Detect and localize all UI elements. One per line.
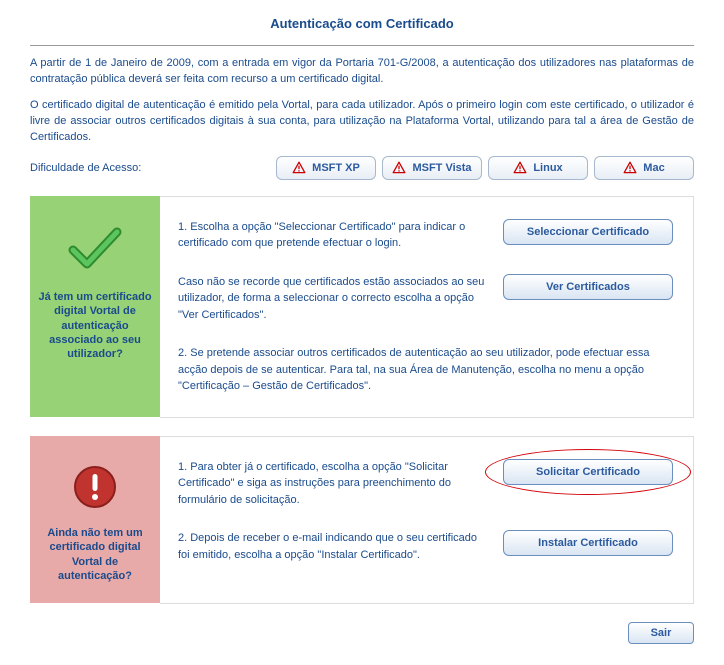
card-red-question: Ainda não tem um certificado digital Vor… xyxy=(38,526,152,583)
green-step-1: 1. Escolha a opção "Seleccionar Certific… xyxy=(178,219,489,252)
card-green-question: Já tem um certificado digital Vortal de … xyxy=(38,290,152,361)
difficulty-label: Dificuldade de Acesso: xyxy=(30,162,141,174)
exit-button[interactable]: Sair xyxy=(628,622,694,644)
warning-icon xyxy=(623,161,637,175)
warning-icon xyxy=(513,161,527,175)
warning-icon xyxy=(292,161,306,175)
green-step-2: Caso não se recorde que certificados est… xyxy=(178,274,489,324)
red-step-1: 1. Para obter já o certificado, escolha … xyxy=(178,459,489,509)
checkmark-icon xyxy=(65,224,125,274)
card-has-certificate: Já tem um certificado digital Vortal de … xyxy=(30,196,694,418)
page-title: Autenticação com Certificado xyxy=(30,10,694,45)
card-no-certificate: Ainda não tem um certificado digital Vor… xyxy=(30,436,694,604)
divider xyxy=(30,45,694,46)
alert-icon xyxy=(72,464,118,510)
os-button-label: MSFT XP xyxy=(312,162,360,174)
warning-icon xyxy=(392,161,406,175)
view-certificates-button[interactable]: Ver Certificados xyxy=(503,274,673,300)
intro-paragraph-2: O certificado digital de autenticação é … xyxy=(30,98,694,146)
intro-paragraph-1: A partir de 1 de Janeiro de 2009, com a … xyxy=(30,56,694,88)
os-button-label: MSFT Vista xyxy=(412,162,471,174)
os-button-label: Linux xyxy=(533,162,562,174)
os-button-mac[interactable]: Mac xyxy=(594,156,694,180)
install-certificate-button[interactable]: Instalar Certificado xyxy=(503,530,673,556)
red-step-2: 2. Depois de receber o e-mail indicando … xyxy=(178,530,489,563)
os-button-label: Mac xyxy=(643,162,664,174)
request-certificate-button[interactable]: Solicitar Certificado xyxy=(503,459,673,485)
os-button-msft-xp[interactable]: MSFT XP xyxy=(276,156,376,180)
highlight-circle: Solicitar Certificado xyxy=(503,459,673,485)
os-button-linux[interactable]: Linux xyxy=(488,156,588,180)
select-certificate-button[interactable]: Seleccionar Certificado xyxy=(503,219,673,245)
os-button-msft-vista[interactable]: MSFT Vista xyxy=(382,156,482,180)
green-note: 2. Se pretende associar outros certifica… xyxy=(178,345,673,395)
